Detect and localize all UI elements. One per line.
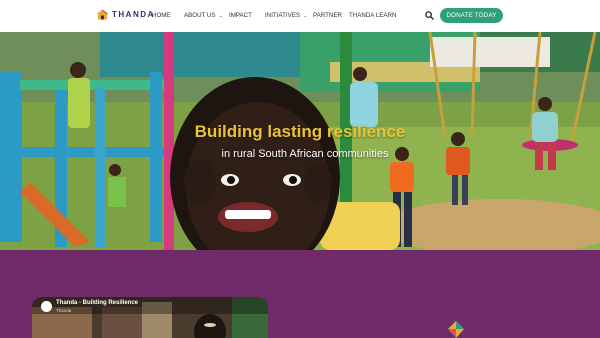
site-header: THANDA HOME ABOUT US ⌄ IMPACT INITIATIVE… — [0, 0, 600, 32]
logo-text: THANDA — [112, 10, 155, 19]
chevron-down-icon: ⌄ — [218, 12, 223, 19]
chevron-down-icon: ⌄ — [302, 12, 308, 19]
donate-button[interactable]: DONATE TODAY — [440, 8, 503, 23]
kite-icon — [448, 321, 464, 338]
site-logo[interactable]: THANDA — [96, 9, 155, 20]
nav-label: ABOUT US — [184, 12, 216, 19]
hero-banner: Building lasting resilience in rural Sou… — [0, 32, 600, 250]
nav-item-partner[interactable]: PARTNER — [313, 12, 342, 19]
nav-label: INITIATIVES — [265, 12, 300, 19]
nav-item-thanda-learn[interactable]: THANDA LEARN — [349, 12, 396, 19]
hero-title: Building lasting resilience — [194, 122, 406, 141]
nav-label: HOME — [152, 12, 171, 19]
hero-subtitle: in rural South African communities — [221, 148, 389, 160]
nav-label: IMPACT — [229, 12, 252, 19]
nav-item-impact[interactable]: IMPACT — [229, 12, 252, 19]
video-channel: Thanda — [56, 308, 72, 313]
house-logo-icon — [96, 9, 109, 20]
nav-item-home[interactable]: HOME — [152, 12, 171, 19]
video-embed[interactable]: Thanda - Building Resilience Thanda — [32, 297, 268, 338]
nav-label: THANDA LEARN — [349, 12, 397, 19]
nav-item-about-us[interactable]: ABOUT US ⌄ — [184, 12, 223, 19]
search-icon[interactable] — [425, 11, 434, 20]
nav-label: PARTNER — [313, 12, 342, 19]
video-title[interactable]: Thanda - Building Resilience — [56, 300, 138, 306]
nav-item-initiatives[interactable]: INITIATIVES ⌄ — [265, 12, 307, 19]
channel-avatar[interactable] — [41, 301, 52, 312]
